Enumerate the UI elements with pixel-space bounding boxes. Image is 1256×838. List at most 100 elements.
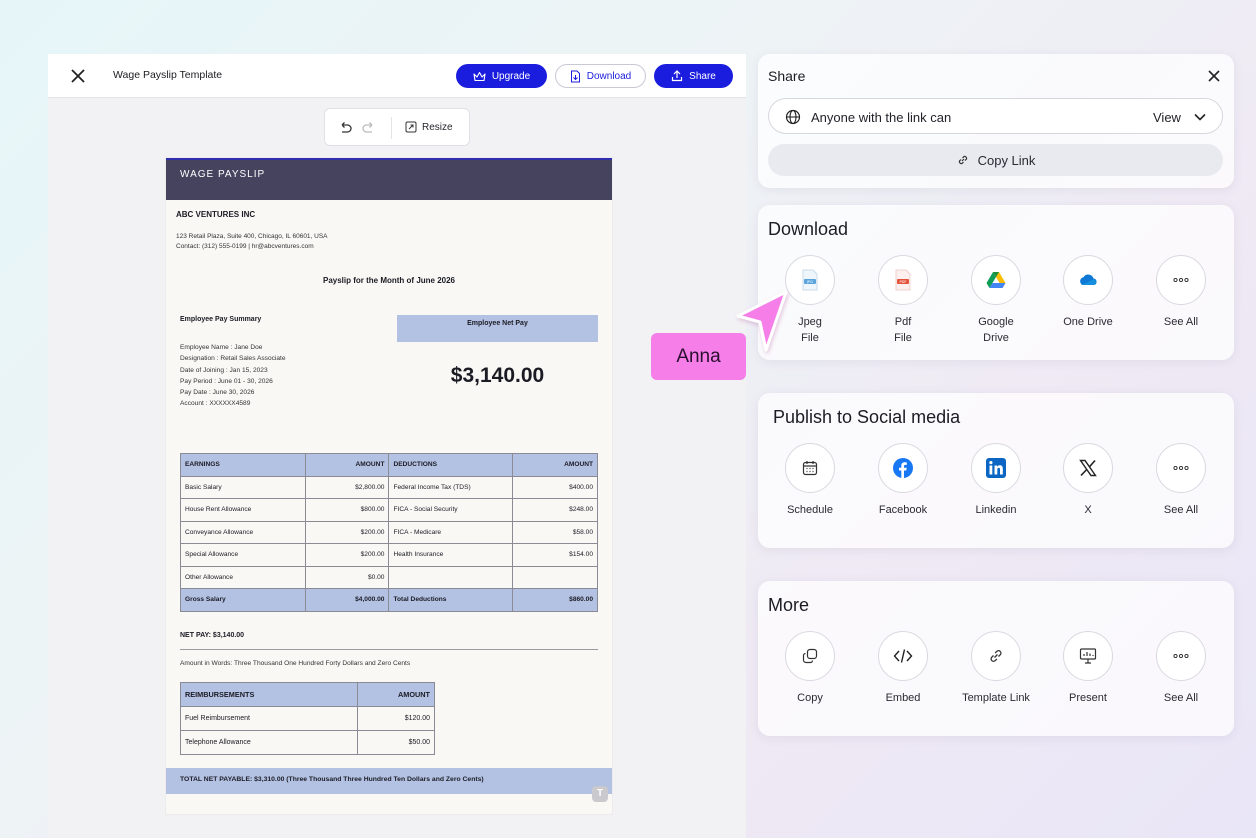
option-circle: [971, 443, 1021, 493]
more-dots-icon: [1173, 466, 1189, 470]
employee-detail-line: Pay Period : June 01 - 30, 2026: [180, 377, 273, 385]
table-cell: $400.00: [512, 475, 598, 499]
table-cell: $4,000.00: [304, 588, 390, 612]
net-pay-line: NET PAY: $3,140.00: [180, 632, 245, 639]
redo-icon[interactable]: [361, 120, 377, 136]
option-circle: [1063, 631, 1113, 681]
upgrade-label: Upgrade: [491, 70, 531, 82]
company-name: ABC VENTURES INC: [176, 210, 256, 219]
social-linkedin-option[interactable]: Linkedin: [950, 443, 1042, 518]
employee-detail-line: Designation : Retail Sales Associate: [180, 355, 286, 363]
table-total-row: Gross Salary $4,000.00 Total Deductions …: [180, 588, 598, 612]
download-label: Download: [586, 70, 632, 82]
option-circle: [1156, 255, 1206, 305]
social-x-option[interactable]: X: [1042, 443, 1134, 518]
download-panel: Download JPG Jpeg File PDF Pdf File Goog…: [758, 205, 1234, 360]
social-facebook-option[interactable]: Facebook: [857, 443, 949, 518]
download-button[interactable]: Download: [555, 64, 646, 88]
total-net-payable: TOTAL NET PAYABLE: $3,310.00 (Three Thou…: [166, 768, 612, 794]
social-schedule-option[interactable]: Schedule: [764, 443, 856, 518]
resize-icon: [405, 121, 417, 133]
option-label: Google: [978, 316, 1014, 328]
social-see-all-option[interactable]: See All: [1135, 443, 1227, 518]
employee-detail-line: Pay Date : June 30, 2026: [180, 389, 255, 397]
link-icon: [990, 650, 1002, 662]
table-cell: $248.00: [512, 498, 598, 522]
table-cell: Conveyance Allowance: [180, 520, 306, 544]
more-embed-option[interactable]: Embed: [857, 631, 949, 706]
payslip-document[interactable]: WAGE PAYSLIP ABC VENTURES INC 123 Retail…: [166, 158, 612, 814]
download-onedrive-option[interactable]: One Drive: [1042, 255, 1134, 330]
close-icon[interactable]: [1206, 68, 1222, 84]
facebook-icon: [893, 458, 913, 478]
collaborator-name-tag: Anna: [651, 333, 746, 380]
option-label: Schedule: [787, 504, 833, 516]
more-panel-title: More: [768, 595, 810, 615]
reimbursements-table: REIMBURSEMENTS AMOUNT Fuel Reimbursement…: [179, 682, 435, 755]
download-google-drive-option[interactable]: Google Drive: [950, 255, 1042, 346]
crown-icon: [473, 71, 486, 81]
payslip-header-title: WAGE PAYSLIP: [180, 169, 266, 180]
option-circle: [1063, 443, 1113, 493]
more-template-link-option[interactable]: Template Link: [950, 631, 1042, 706]
option-circle: [1156, 631, 1206, 681]
link-icon: [958, 155, 967, 165]
table-header: AMOUNT: [357, 682, 435, 707]
copy-link-label: Copy Link: [977, 152, 1036, 168]
onedrive-icon: [1080, 274, 1097, 285]
company-contact: Contact: (312) 555-0199 | hr@abcventures…: [176, 243, 314, 250]
link-access-label: Anyone with the link can: [811, 110, 952, 125]
calendar-icon: [802, 461, 818, 476]
table-cell: Telephone Allowance: [179, 730, 359, 755]
upgrade-button[interactable]: Upgrade: [456, 64, 547, 88]
option-circle: [785, 631, 835, 681]
resize-button[interactable]: Resize: [405, 121, 453, 133]
download-pdf-option[interactable]: PDF Pdf File: [857, 255, 949, 346]
table-row: Telephone Allowance $50.00: [179, 730, 435, 755]
undo-icon[interactable]: [337, 120, 353, 136]
table-header-row: REIMBURSEMENTS AMOUNT: [179, 682, 435, 707]
option-circle: [1156, 443, 1206, 493]
svg-text:PDF: PDF: [899, 280, 906, 284]
share-button[interactable]: Share: [654, 64, 733, 88]
option-label: File: [894, 332, 912, 344]
option-circle: [878, 631, 928, 681]
table-cell: Federal Income Tax (TDS): [388, 475, 514, 499]
table-cell: Fuel Reimbursement: [179, 706, 359, 731]
table-cell: FICA - Social Security: [388, 498, 514, 522]
table-cell: $0.00: [304, 565, 390, 589]
download-see-all-option[interactable]: See All: [1135, 255, 1227, 330]
more-copy-option[interactable]: Copy: [764, 631, 856, 706]
table-cell: $200.00: [304, 543, 390, 567]
table-cell: $860.00: [512, 588, 598, 612]
option-label: See All: [1163, 504, 1199, 516]
table-cell: Special Allowance: [180, 543, 306, 567]
editor-window: Wage Payslip Template Upgrade Download S…: [48, 54, 746, 838]
option-label: Present: [1069, 692, 1107, 704]
svg-text:JPG: JPG: [806, 280, 813, 284]
close-icon[interactable]: [68, 66, 88, 86]
table-cell: $154.00: [512, 543, 598, 567]
option-label: Facebook: [878, 504, 928, 516]
linkedin-icon: [986, 458, 1006, 478]
more-see-all-option[interactable]: See All: [1135, 631, 1227, 706]
employee-details: Employee Name : Jane Doe Designation : R…: [180, 342, 286, 410]
option-label: One Drive: [1063, 316, 1113, 328]
link-access-dropdown[interactable]: Anyone with the link can View: [768, 98, 1223, 134]
social-media-panel: Publish to Social media Schedule Faceboo…: [758, 393, 1234, 548]
code-icon: [893, 649, 913, 663]
payslip-month-title: Payslip for the Month of June 2026: [322, 276, 456, 285]
text-tool-badge[interactable]: T: [592, 786, 608, 802]
copy-link-button[interactable]: Copy Link: [768, 144, 1223, 176]
more-dots-icon: [1173, 278, 1189, 282]
pdf-file-icon: PDF: [895, 269, 911, 291]
option-label: X: [1084, 504, 1092, 516]
globe-icon: [785, 109, 801, 125]
table-cell: [388, 565, 514, 589]
option-circle: [1063, 255, 1113, 305]
more-present-option[interactable]: Present: [1042, 631, 1134, 706]
table-row: Special Allowance $200.00 Health Insuran…: [180, 543, 598, 567]
table-header-row: EARNINGS AMOUNT DEDUCTIONS AMOUNT: [180, 453, 598, 477]
table-cell: $800.00: [304, 498, 390, 522]
table-cell: $58.00: [512, 520, 598, 544]
